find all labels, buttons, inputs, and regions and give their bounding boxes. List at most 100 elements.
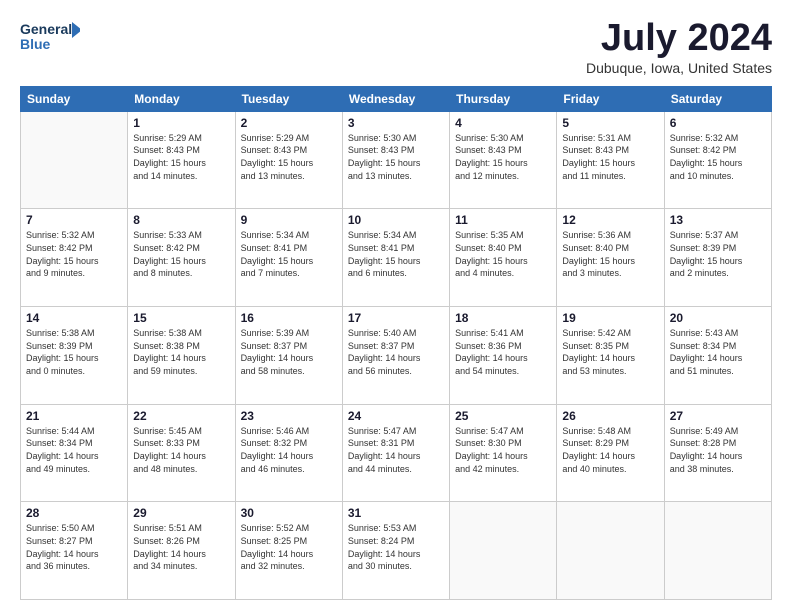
calendar-week-row: 28Sunrise: 5:50 AM Sunset: 8:27 PM Dayli… — [21, 502, 772, 600]
day-number: 29 — [133, 506, 229, 520]
weekday-header: Wednesday — [342, 86, 449, 111]
calendar-cell: 16Sunrise: 5:39 AM Sunset: 8:37 PM Dayli… — [235, 307, 342, 405]
day-number: 12 — [562, 213, 658, 227]
day-info: Sunrise: 5:51 AM Sunset: 8:26 PM Dayligh… — [133, 522, 229, 572]
calendar-cell — [450, 502, 557, 600]
day-number: 6 — [670, 116, 766, 130]
day-number: 24 — [348, 409, 444, 423]
day-info: Sunrise: 5:30 AM Sunset: 8:43 PM Dayligh… — [348, 132, 444, 182]
calendar-cell: 10 Sunrise: 5:34 AM Sunset: 8:41 PM Dayli… — [342, 209, 449, 307]
weekday-header: Tuesday — [235, 86, 342, 111]
day-number: 21 — [26, 409, 122, 423]
logo: General Blue — [20, 18, 80, 54]
weekday-header-row: SundayMondayTuesdayWednesdayThursdayFrid… — [21, 86, 772, 111]
day-info: Sunrise: 5:49 AM Sunset: 8:28 PM Dayligh… — [670, 425, 766, 475]
location: Dubuque, Iowa, United States — [586, 60, 772, 76]
day-number: 22 — [133, 409, 229, 423]
day-info: Sunrise: 5:47 AM Sunset: 8:30 PM Dayligh… — [455, 425, 551, 475]
day-info: Sunrise: 5:44 AM Sunset: 8:34 PM Dayligh… — [26, 425, 122, 475]
weekday-header: Monday — [128, 86, 235, 111]
day-number: 7 — [26, 213, 122, 227]
day-number: 5 — [562, 116, 658, 130]
calendar-cell: 31 Sunrise: 5:53 AM Sunset: 8:24 PM Dayli… — [342, 502, 449, 600]
calendar-cell: 13 Sunrise: 5:37 AM Sunset: 8:39 PM Dayli… — [664, 209, 771, 307]
calendar-cell: 5Sunrise: 5:31 AM Sunset: 8:43 PM Daylig… — [557, 111, 664, 209]
calendar-cell: 30 Sunrise: 5:52 AM Sunset: 8:25 PM Dayli… — [235, 502, 342, 600]
calendar-week-row: 7 Sunrise: 5:32 AM Sunset: 8:42 PM Daylig… — [21, 209, 772, 307]
calendar-cell: 27 Sunrise: 5:49 AM Sunset: 8:28 PM Dayli… — [664, 404, 771, 502]
calendar-cell: 23 Sunrise: 5:46 AM Sunset: 8:32 PM Dayli… — [235, 404, 342, 502]
day-info: Sunrise: 5:32 AM Sunset: 8:42 PM Dayligh… — [670, 132, 766, 182]
day-info: Sunrise: 5:38 AM Sunset: 8:38 PM Dayligh… — [133, 327, 229, 377]
day-number: 10 — [348, 213, 444, 227]
calendar-cell: 22Sunrise: 5:45 AM Sunset: 8:33 PM Dayli… — [128, 404, 235, 502]
calendar-week-row: 14 Sunrise: 5:38 AM Sunset: 8:39 PM Dayli… — [21, 307, 772, 405]
day-info: Sunrise: 5:29 AM Sunset: 8:43 PM Dayligh… — [133, 132, 229, 182]
day-info: Sunrise: 5:38 AM Sunset: 8:39 PM Dayligh… — [26, 327, 122, 377]
day-number: 31 — [348, 506, 444, 520]
day-info: Sunrise: 5:41 AM Sunset: 8:36 PM Dayligh… — [455, 327, 551, 377]
day-number: 20 — [670, 311, 766, 325]
day-info: Sunrise: 5:37 AM Sunset: 8:39 PM Dayligh… — [670, 229, 766, 279]
svg-text:General: General — [20, 21, 72, 37]
day-number: 1 — [133, 116, 229, 130]
day-number: 23 — [241, 409, 337, 423]
day-number: 4 — [455, 116, 551, 130]
day-info: Sunrise: 5:34 AM Sunset: 8:41 PM Dayligh… — [348, 229, 444, 279]
day-info: Sunrise: 5:33 AM Sunset: 8:42 PM Dayligh… — [133, 229, 229, 279]
weekday-header: Sunday — [21, 86, 128, 111]
day-number: 13 — [670, 213, 766, 227]
day-info: Sunrise: 5:48 AM Sunset: 8:29 PM Dayligh… — [562, 425, 658, 475]
calendar-cell: 17 Sunrise: 5:40 AM Sunset: 8:37 PM Dayli… — [342, 307, 449, 405]
calendar-cell: 26Sunrise: 5:48 AM Sunset: 8:29 PM Dayli… — [557, 404, 664, 502]
calendar-cell: 20 Sunrise: 5:43 AM Sunset: 8:34 PM Dayli… — [664, 307, 771, 405]
header: General Blue July 2024 Dubuque, Iowa, Un… — [20, 18, 772, 76]
month-title: July 2024 — [586, 18, 772, 60]
calendar-cell: 11Sunrise: 5:35 AM Sunset: 8:40 PM Dayli… — [450, 209, 557, 307]
day-number: 8 — [133, 213, 229, 227]
logo-svg: General Blue — [20, 18, 80, 54]
calendar-cell: 15Sunrise: 5:38 AM Sunset: 8:38 PM Dayli… — [128, 307, 235, 405]
calendar-week-row: 1 Sunrise: 5:29 AM Sunset: 8:43 PM Daylig… — [21, 111, 772, 209]
calendar-cell: 28Sunrise: 5:50 AM Sunset: 8:27 PM Dayli… — [21, 502, 128, 600]
day-info: Sunrise: 5:53 AM Sunset: 8:24 PM Dayligh… — [348, 522, 444, 572]
calendar-week-row: 21 Sunrise: 5:44 AM Sunset: 8:34 PM Dayli… — [21, 404, 772, 502]
day-number: 17 — [348, 311, 444, 325]
calendar-cell: 12Sunrise: 5:36 AM Sunset: 8:40 PM Dayli… — [557, 209, 664, 307]
day-number: 25 — [455, 409, 551, 423]
calendar-cell: 2Sunrise: 5:29 AM Sunset: 8:43 PM Daylig… — [235, 111, 342, 209]
day-number: 27 — [670, 409, 766, 423]
day-info: Sunrise: 5:47 AM Sunset: 8:31 PM Dayligh… — [348, 425, 444, 475]
calendar-cell — [664, 502, 771, 600]
calendar-cell — [21, 111, 128, 209]
day-info: Sunrise: 5:50 AM Sunset: 8:27 PM Dayligh… — [26, 522, 122, 572]
calendar-cell: 14 Sunrise: 5:38 AM Sunset: 8:39 PM Dayli… — [21, 307, 128, 405]
calendar-cell: 24 Sunrise: 5:47 AM Sunset: 8:31 PM Dayli… — [342, 404, 449, 502]
day-info: Sunrise: 5:43 AM Sunset: 8:34 PM Dayligh… — [670, 327, 766, 377]
calendar-table: SundayMondayTuesdayWednesdayThursdayFrid… — [20, 86, 772, 600]
calendar-cell: 18 Sunrise: 5:41 AM Sunset: 8:36 PM Dayli… — [450, 307, 557, 405]
calendar-page: General Blue July 2024 Dubuque, Iowa, Un… — [0, 0, 792, 612]
calendar-cell: 29 Sunrise: 5:51 AM Sunset: 8:26 PM Dayli… — [128, 502, 235, 600]
calendar-cell: 3Sunrise: 5:30 AM Sunset: 8:43 PM Daylig… — [342, 111, 449, 209]
calendar-cell: 19Sunrise: 5:42 AM Sunset: 8:35 PM Dayli… — [557, 307, 664, 405]
day-number: 19 — [562, 311, 658, 325]
svg-text:Blue: Blue — [20, 36, 51, 52]
day-number: 18 — [455, 311, 551, 325]
calendar-cell: 8 Sunrise: 5:33 AM Sunset: 8:42 PM Daylig… — [128, 209, 235, 307]
day-number: 30 — [241, 506, 337, 520]
day-info: Sunrise: 5:29 AM Sunset: 8:43 PM Dayligh… — [241, 132, 337, 182]
calendar-cell: 1 Sunrise: 5:29 AM Sunset: 8:43 PM Daylig… — [128, 111, 235, 209]
day-info: Sunrise: 5:52 AM Sunset: 8:25 PM Dayligh… — [241, 522, 337, 572]
calendar-cell: 21 Sunrise: 5:44 AM Sunset: 8:34 PM Dayli… — [21, 404, 128, 502]
day-info: Sunrise: 5:39 AM Sunset: 8:37 PM Dayligh… — [241, 327, 337, 377]
day-info: Sunrise: 5:40 AM Sunset: 8:37 PM Dayligh… — [348, 327, 444, 377]
calendar-cell — [557, 502, 664, 600]
day-number: 9 — [241, 213, 337, 227]
calendar-cell: 7 Sunrise: 5:32 AM Sunset: 8:42 PM Daylig… — [21, 209, 128, 307]
calendar-cell: 6 Sunrise: 5:32 AM Sunset: 8:42 PM Daylig… — [664, 111, 771, 209]
weekday-header: Friday — [557, 86, 664, 111]
day-number: 14 — [26, 311, 122, 325]
day-info: Sunrise: 5:46 AM Sunset: 8:32 PM Dayligh… — [241, 425, 337, 475]
day-info: Sunrise: 5:32 AM Sunset: 8:42 PM Dayligh… — [26, 229, 122, 279]
